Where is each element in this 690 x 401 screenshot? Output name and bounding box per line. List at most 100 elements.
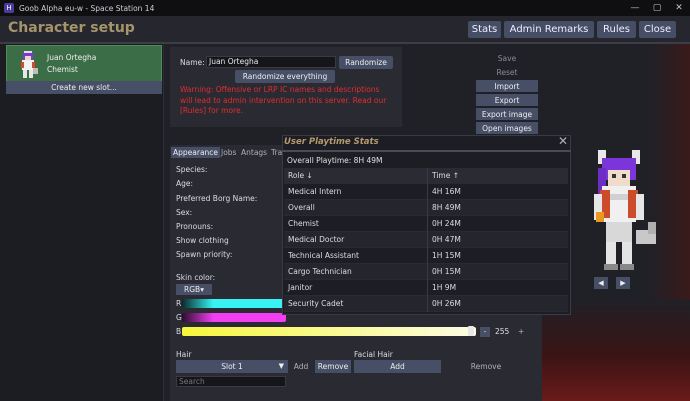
hair-slot-value: Slot 1 xyxy=(221,362,243,371)
stats-button[interactable]: Stats xyxy=(468,21,501,38)
character-job: Chemist xyxy=(47,65,78,74)
randomize-button[interactable]: Randomize xyxy=(339,56,393,69)
slider-b-decrement-button[interactable]: - xyxy=(480,327,490,337)
slider-b-handle[interactable] xyxy=(468,326,474,336)
tab-antags[interactable]: Antags xyxy=(239,147,269,158)
save-button[interactable]: Save xyxy=(476,52,538,64)
reset-button[interactable]: Reset xyxy=(476,66,538,78)
hair-add-button[interactable]: Add xyxy=(290,360,312,373)
column-divider xyxy=(427,296,428,312)
facial-hair-add-button[interactable]: Add xyxy=(354,360,441,373)
column-divider xyxy=(427,232,428,248)
slider-b-increment-button[interactable]: + xyxy=(518,327,524,336)
maximize-icon[interactable]: ▢ xyxy=(646,0,668,16)
window-title: Goob Alpha eu-w - Space Station 14 xyxy=(19,3,155,13)
rotate-right-button[interactable]: ▶ xyxy=(616,277,630,289)
show-clothing-label: Show clothing xyxy=(176,236,229,245)
table-header-row: Role ↓ Time ↑ xyxy=(284,168,568,184)
hair-search-input[interactable]: Search xyxy=(176,376,286,387)
character-preview-sprite xyxy=(594,150,656,270)
dialog-close-icon[interactable]: ✕ xyxy=(558,134,568,148)
character-list: Juan Ortegha Chemist Create new slot... xyxy=(0,44,164,401)
slider-g[interactable] xyxy=(182,313,286,322)
overall-playtime: Overall Playtime: 8H 49M xyxy=(287,156,383,165)
header-bar: Character setup Stats Admin Remarks Rule… xyxy=(0,16,690,44)
table-row: Security Cadet 0H 26M xyxy=(284,296,568,312)
facial-hair-label: Facial Hair xyxy=(354,350,393,359)
column-divider xyxy=(427,216,428,232)
column-divider xyxy=(427,200,428,216)
role-cell: Overall xyxy=(288,203,315,212)
table-row: Cargo Technician 0H 15M xyxy=(284,264,568,280)
hair-label: Hair xyxy=(176,350,192,359)
role-column-header[interactable]: Role ↓ xyxy=(288,171,313,180)
time-cell: 0H 24M xyxy=(432,219,461,228)
export-image-button[interactable]: Export image xyxy=(476,108,538,120)
tab-jobs[interactable]: Jobs xyxy=(219,147,238,158)
table-row: Medical Intern 4H 16M xyxy=(284,184,568,200)
age-label: Age: xyxy=(176,179,194,188)
playtime-dialog-title: User Playtime Stats xyxy=(284,137,379,147)
time-cell: 4H 16M xyxy=(432,187,461,196)
time-cell: 0H 15M xyxy=(432,267,461,276)
time-cell: 1H 9M xyxy=(432,283,457,292)
table-row: Overall 8H 49M xyxy=(284,200,568,216)
character-slot-selected[interactable]: Juan Ortegha Chemist xyxy=(6,45,162,84)
window-close-icon[interactable]: ✕ xyxy=(668,0,690,16)
time-cell: 0H 47M xyxy=(432,235,461,244)
slider-r-label: R xyxy=(176,299,182,308)
background-glow-bottom xyxy=(542,300,690,401)
create-new-slot-button[interactable]: Create new slot... xyxy=(6,81,162,94)
role-cell: Security Cadet xyxy=(288,299,344,308)
species-label: Species: xyxy=(176,165,208,174)
character-portrait-icon xyxy=(21,51,38,78)
randomize-everything-button[interactable]: Randomize everything xyxy=(235,70,335,83)
slider-r[interactable] xyxy=(182,299,286,308)
tab-appearance[interactable]: Appearance xyxy=(171,147,221,158)
slider-b-label: B xyxy=(176,327,182,336)
rotate-left-button[interactable]: ◀ xyxy=(594,277,608,289)
color-mode-dropdown[interactable]: RGB▾ xyxy=(176,284,212,295)
role-cell: Cargo Technician xyxy=(288,267,352,276)
borg-name-label: Preferred Borg Name: xyxy=(176,194,258,203)
slider-b-value[interactable]: 255 xyxy=(495,327,509,336)
open-images-button[interactable]: Open images xyxy=(476,122,538,134)
role-cell: Medical Intern xyxy=(288,187,342,196)
role-cell: Medical Doctor xyxy=(288,235,345,244)
chevron-down-icon: ▼ xyxy=(278,362,284,370)
hair-slot-dropdown[interactable]: Slot 1 ▼ xyxy=(176,360,288,373)
table-row: Medical Doctor 0H 47M xyxy=(284,232,568,248)
slider-g-label: G xyxy=(176,313,182,322)
page-title: Character setup xyxy=(8,20,135,36)
table-row: Technical Assistant 1H 15M xyxy=(284,248,568,264)
name-input[interactable]: Juan Ortegha xyxy=(206,56,336,68)
column-divider xyxy=(427,264,428,280)
column-divider xyxy=(427,168,428,184)
rules-button[interactable]: Rules xyxy=(597,21,636,38)
time-cell: 1H 15M xyxy=(432,251,461,260)
slider-b[interactable] xyxy=(182,327,476,336)
export-button[interactable]: Export xyxy=(476,94,538,106)
table-row: Janitor 1H 9M xyxy=(284,280,568,296)
minimize-icon[interactable]: — xyxy=(624,0,646,16)
playtime-table: Role ↓ Time ↑ Medical Intern 4H 16M Over… xyxy=(284,168,568,312)
spawn-priority-label: Spawn priority: xyxy=(176,250,233,259)
dialog-title-separator xyxy=(282,150,571,152)
time-cell: 0H 26M xyxy=(432,299,461,308)
pronouns-label: Pronouns: xyxy=(176,222,214,231)
role-cell: Chemist xyxy=(288,219,319,228)
sex-label: Sex: xyxy=(176,208,193,217)
time-cell: 8H 49M xyxy=(432,203,461,212)
window-titlebar: H Goob Alpha eu-w - Space Station 14 — ▢… xyxy=(0,0,690,16)
hair-remove-button[interactable]: Remove xyxy=(315,360,351,373)
facial-hair-remove-button[interactable]: Remove xyxy=(444,360,528,373)
column-divider xyxy=(427,184,428,200)
admin-remarks-button[interactable]: Admin Remarks xyxy=(504,21,594,38)
time-column-header[interactable]: Time ↑ xyxy=(432,171,459,180)
name-label: Name: xyxy=(180,58,205,67)
column-divider xyxy=(427,248,428,264)
table-row: Chemist 0H 24M xyxy=(284,216,568,232)
import-button[interactable]: Import xyxy=(476,80,538,92)
name-warning-text: Warning: Offensive or LRP IC names and d… xyxy=(180,85,387,115)
close-button[interactable]: Close xyxy=(639,21,676,38)
